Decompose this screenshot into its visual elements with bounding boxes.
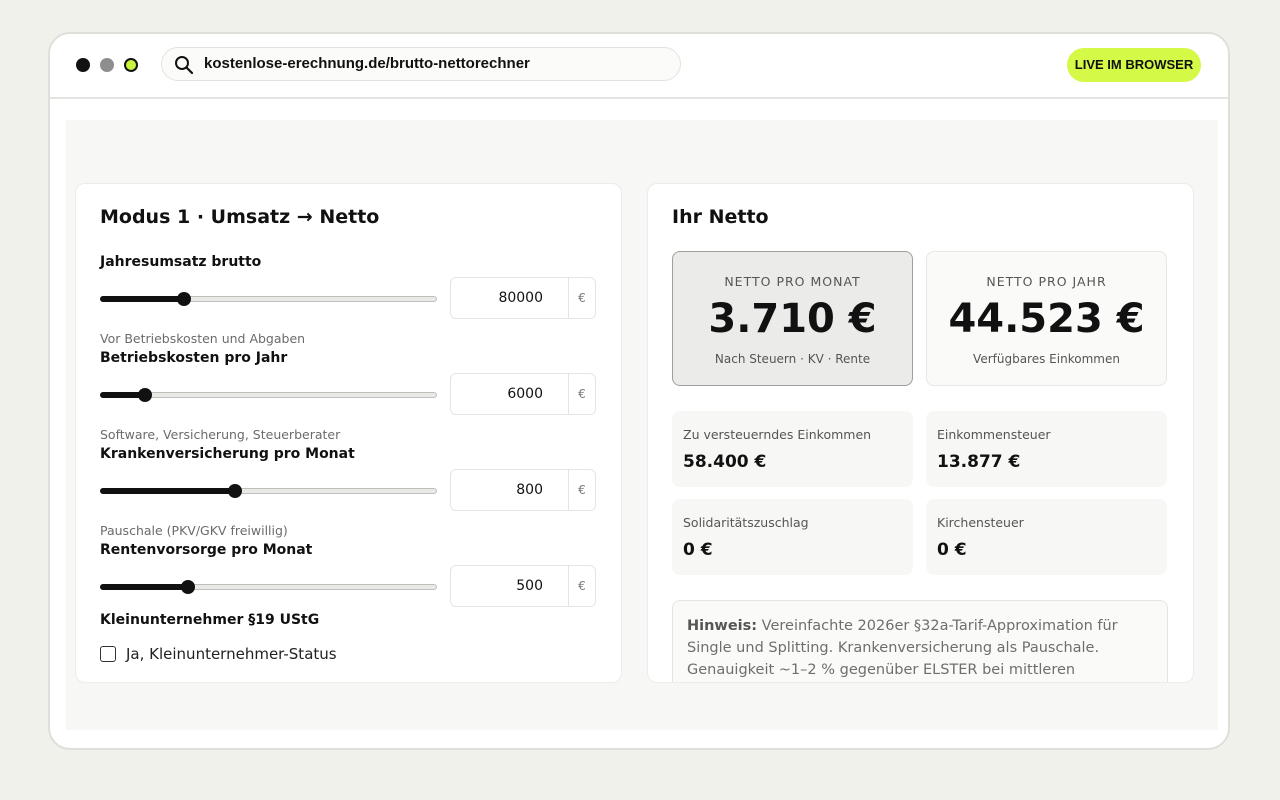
window-minimize-dot[interactable] bbox=[100, 58, 114, 72]
stat-label: Kirchensteuer bbox=[937, 515, 1024, 530]
kleinunternehmer-label: Kleinunternehmer §19 UStG bbox=[100, 612, 320, 628]
search-icon bbox=[175, 56, 194, 75]
stat-value: 13.877 € bbox=[937, 452, 1021, 472]
pension-value: 500 bbox=[516, 578, 543, 594]
browser-window: kostenlose-erechnung.de/brutto-nettorech… bbox=[48, 32, 1230, 750]
stat-value: 0 € bbox=[683, 540, 713, 560]
field-hint-pension: Pauschale (PKV/GKV freiwillig) bbox=[100, 523, 288, 538]
field-label-insurance: Krankenversicherung pro Monat bbox=[100, 446, 355, 462]
stat-solidarity-surcharge: Solidaritätszuschlag 0 € bbox=[672, 499, 913, 575]
insurance-slider[interactable] bbox=[100, 484, 437, 498]
revenue-value: 80000 bbox=[498, 290, 543, 306]
stat-income-tax: Einkommensteuer 13.877 € bbox=[926, 411, 1167, 487]
kleinunternehmer-checkbox[interactable] bbox=[100, 646, 116, 662]
revenue-slider[interactable] bbox=[100, 292, 437, 306]
result-card: Ihr Netto NETTO PRO MONAT 3.710 € Nach S… bbox=[647, 183, 1194, 683]
stat-value: 0 € bbox=[937, 540, 967, 560]
stat-label: Solidaritätszuschlag bbox=[683, 515, 809, 530]
field-hint-insurance: Software, Versicherung, Steuerberater bbox=[100, 427, 341, 442]
stat-value: 58.400 € bbox=[683, 452, 767, 472]
costs-slider[interactable] bbox=[100, 388, 437, 402]
currency-symbol: € bbox=[578, 291, 586, 305]
currency-symbol: € bbox=[578, 483, 586, 497]
field-label-pension: Rentenvorsorge pro Monat bbox=[100, 542, 313, 558]
pension-slider[interactable] bbox=[100, 580, 437, 594]
address-bar[interactable]: kostenlose-erechnung.de/brutto-nettorech… bbox=[161, 47, 681, 81]
currency-symbol: € bbox=[578, 579, 586, 593]
net-yearly-amount: 44.523 € bbox=[948, 296, 1145, 342]
browser-toolbar: kostenlose-erechnung.de/brutto-nettorech… bbox=[50, 34, 1228, 99]
window-close-dot[interactable] bbox=[76, 58, 90, 72]
net-yearly-box[interactable]: NETTO PRO JAHR 44.523 € Verfügbares Eink… bbox=[926, 251, 1167, 386]
slider-thumb[interactable] bbox=[227, 484, 242, 498]
stat-label: Einkommensteuer bbox=[937, 427, 1051, 442]
net-monthly-amount: 3.710 € bbox=[708, 296, 877, 342]
input-card: Modus 1 · Umsatz → Netto Jahresumsatz br… bbox=[75, 183, 622, 683]
field-label-costs: Betriebskosten pro Jahr bbox=[100, 350, 288, 366]
kleinunternehmer-checkbox-label[interactable]: Ja, Kleinunternehmer-Status bbox=[126, 645, 337, 663]
hint-note: Hinweis: Vereinfachte 2026er §32a-Tarif-… bbox=[672, 600, 1168, 682]
window-maximize-dot[interactable] bbox=[124, 58, 138, 72]
field-label-revenue: Jahresumsatz brutto bbox=[100, 254, 262, 270]
insurance-input[interactable]: 800 € bbox=[450, 469, 596, 511]
net-monthly-box[interactable]: NETTO PRO MONAT 3.710 € Nach Steuern · K… bbox=[672, 251, 913, 386]
page-viewport: Modus 1 · Umsatz → Netto Jahresumsatz br… bbox=[66, 120, 1218, 730]
slider-fill bbox=[100, 584, 188, 590]
slider-thumb[interactable] bbox=[177, 292, 192, 306]
hint-label: Hinweis: bbox=[687, 618, 758, 634]
mode-title: Modus 1 · Umsatz → Netto bbox=[100, 206, 380, 228]
costs-value: 6000 bbox=[507, 386, 543, 402]
live-badge: LIVE IM BROWSER bbox=[1067, 48, 1201, 82]
slider-fill bbox=[100, 296, 185, 302]
net-monthly-caption: NETTO PRO MONAT bbox=[724, 274, 861, 289]
costs-input[interactable]: 6000 € bbox=[450, 373, 596, 415]
result-title: Ihr Netto bbox=[672, 206, 769, 228]
insurance-value: 800 bbox=[516, 482, 543, 498]
stat-label: Zu versteuerndes Einkommen bbox=[683, 427, 872, 442]
slider-fill bbox=[100, 488, 235, 494]
net-monthly-sub: Nach Steuern · KV · Rente bbox=[714, 352, 871, 366]
pension-input[interactable]: 500 € bbox=[450, 565, 596, 607]
net-yearly-sub: Verfügbares Einkommen bbox=[973, 352, 1120, 366]
net-yearly-caption: NETTO PRO JAHR bbox=[986, 274, 1107, 289]
currency-symbol: € bbox=[578, 387, 586, 401]
slider-thumb[interactable] bbox=[180, 580, 195, 594]
field-hint-costs: Vor Betriebskosten und Abgaben bbox=[100, 331, 306, 346]
stat-church-tax: Kirchensteuer 0 € bbox=[926, 499, 1167, 575]
revenue-input[interactable]: 80000 € bbox=[450, 277, 596, 319]
url-text: kostenlose-erechnung.de/brutto-nettorech… bbox=[204, 55, 530, 72]
stat-taxable-income: Zu versteuerndes Einkommen 58.400 € bbox=[672, 411, 913, 487]
slider-thumb[interactable] bbox=[138, 388, 153, 402]
